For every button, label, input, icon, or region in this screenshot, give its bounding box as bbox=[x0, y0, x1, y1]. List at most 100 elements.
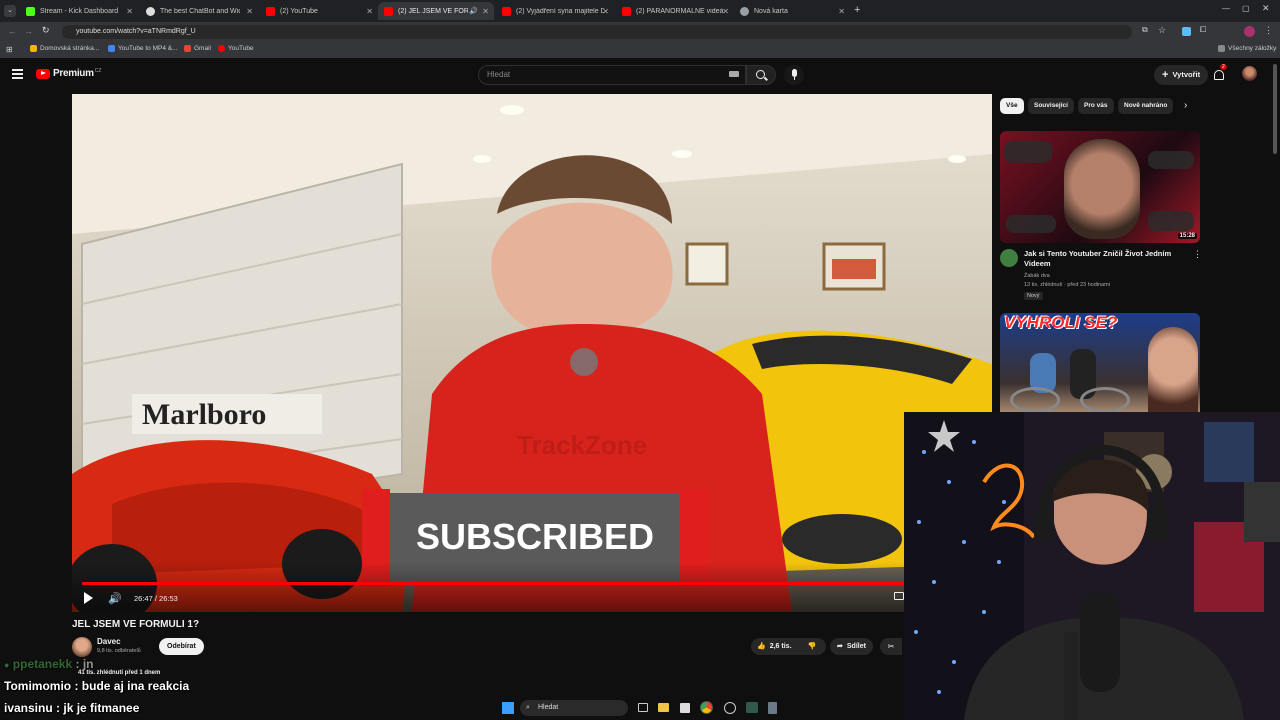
time-display: 26:47 / 26:53 bbox=[134, 594, 178, 603]
channel-avatar[interactable] bbox=[72, 637, 92, 657]
recommended-video-1[interactable]: 15:28 Jak si Tento Youtuber Zničil Život… bbox=[1000, 131, 1202, 303]
youtube-play-logo-icon bbox=[36, 68, 50, 79]
minimize-button[interactable]: — bbox=[1222, 4, 1230, 13]
subscribe-label: Odebírat bbox=[167, 643, 196, 650]
search-icon: ⌕ bbox=[526, 704, 530, 711]
close-window-button[interactable]: ✕ bbox=[1262, 3, 1270, 14]
back-icon[interactable]: ← bbox=[8, 26, 17, 36]
channel-name[interactable]: Davec bbox=[97, 637, 121, 646]
terminal-icon[interactable] bbox=[746, 702, 758, 713]
close-tab-icon[interactable]: ✕ bbox=[126, 7, 133, 16]
play-button[interactable] bbox=[84, 592, 93, 604]
progress-bar[interactable] bbox=[82, 582, 982, 585]
fullscreen-icon[interactable] bbox=[894, 592, 904, 600]
close-tab-icon[interactable]: ✕ bbox=[602, 7, 609, 16]
profile-icon[interactable] bbox=[1244, 26, 1255, 37]
taskbar-search[interactable]: ⌕ Hledat bbox=[520, 700, 628, 716]
close-tab-icon[interactable]: ✕ bbox=[722, 7, 729, 16]
chip-for-you[interactable]: Pro vás bbox=[1078, 98, 1114, 114]
all-bookmarks[interactable]: Všechny záložky bbox=[1218, 45, 1276, 52]
apps-grid-icon[interactable]: ⊞ bbox=[6, 45, 13, 54]
chat-message: ● ppetanekk : jn bbox=[4, 657, 94, 671]
bookmark-star-icon[interactable]: ☆ bbox=[1158, 25, 1166, 36]
chrome-icon[interactable] bbox=[700, 701, 713, 714]
plus-icon: + bbox=[1162, 69, 1169, 81]
voice-search-button[interactable] bbox=[784, 65, 804, 85]
audio-playing-icon[interactable]: 🔊 bbox=[469, 7, 478, 15]
volume-icon[interactable]: 🔊 bbox=[108, 592, 122, 605]
bookmark-gmail[interactable]: Gmail bbox=[184, 45, 211, 52]
tab-title: (2) JEL JSEM VE FORMULI 1 bbox=[398, 7, 468, 15]
tab-kick[interactable]: Stream - Kick Dashboard ✕ bbox=[20, 2, 138, 20]
youtube-logo[interactable]: Premium CZ bbox=[36, 68, 101, 79]
tab-title: (2) PARANORMÁLNE videá zo bbox=[636, 7, 724, 15]
windows-start-icon[interactable] bbox=[502, 702, 514, 714]
chat-username: ivansinu bbox=[4, 701, 53, 715]
new-tab-button[interactable]: + bbox=[854, 4, 860, 16]
forward-icon[interactable]: → bbox=[24, 26, 33, 36]
tab-new[interactable]: Nová karta ✕ bbox=[734, 2, 850, 20]
tab-video-3[interactable]: (2) PARANORMÁLNE videá zo ✕ bbox=[616, 2, 734, 20]
close-tab-icon[interactable]: ✕ bbox=[482, 7, 489, 16]
close-tab-icon[interactable]: ✕ bbox=[366, 7, 373, 16]
avatar[interactable] bbox=[1242, 66, 1257, 81]
bookmarks-bar: ⊞ Domovská stránka... YouTube to MP4 &..… bbox=[0, 42, 1280, 58]
channel-name[interactable]: Žabák dva bbox=[1024, 273, 1050, 279]
file-explorer-icon[interactable] bbox=[658, 703, 669, 712]
subscribe-button[interactable]: Odebírat bbox=[159, 638, 204, 655]
reload-icon[interactable]: ↻ bbox=[42, 25, 50, 36]
tab-title: (2) YouTube bbox=[280, 7, 318, 15]
taskbar-search-label: Hledat bbox=[538, 704, 559, 711]
tab-chatbot[interactable]: The best ChatBot and Widgets ✕ bbox=[140, 2, 258, 20]
youtube-icon bbox=[218, 45, 225, 52]
extensions-puzzle-icon[interactable]: ⧠ bbox=[1200, 25, 1206, 35]
search-input[interactable]: Hledat bbox=[478, 65, 746, 85]
search-button[interactable] bbox=[746, 65, 776, 85]
tab-current-video[interactable]: (2) JEL JSEM VE FORMULI 1 🔊 ✕ bbox=[378, 2, 494, 20]
tab-list-icon[interactable]: ⌄ bbox=[4, 5, 16, 17]
hamburger-menu-icon[interactable] bbox=[12, 69, 23, 79]
bookmark-home[interactable]: Domovská stránka... bbox=[30, 45, 99, 52]
chip-recently-uploaded[interactable]: Nově nahráno bbox=[1118, 98, 1174, 114]
windows-taskbar: ⌕ Hledat bbox=[500, 699, 790, 717]
like-button[interactable]: 👍 2,6 tis. bbox=[751, 638, 798, 655]
page-scrollbar[interactable] bbox=[1273, 64, 1277, 154]
menu-dots-icon[interactable]: ⋮ bbox=[1264, 25, 1273, 36]
tab-youtube-home[interactable]: (2) YouTube ✕ bbox=[260, 2, 378, 20]
channel-avatar[interactable] bbox=[1000, 249, 1018, 267]
video-title[interactable]: Jak si Tento Youtuber Zničil Život Jední… bbox=[1024, 249, 1184, 269]
create-button[interactable]: + Vytvořit bbox=[1154, 65, 1209, 85]
keyboard-icon[interactable] bbox=[729, 71, 739, 77]
bookmark-yt-mp4[interactable]: YouTube to MP4 &... bbox=[108, 45, 178, 52]
chevron-right-icon[interactable]: › bbox=[1184, 100, 1187, 111]
bookmark-icon bbox=[108, 45, 115, 52]
tab-video-2[interactable]: (2) Vyjádření syna majitele DÁ ✕ bbox=[496, 2, 614, 20]
app-icon[interactable] bbox=[724, 702, 736, 714]
share-button[interactable]: ➦ Sdílet bbox=[830, 638, 873, 655]
chip-related[interactable]: Související bbox=[1028, 98, 1074, 114]
url-field[interactable]: youtube.com/watch?v=aTNRmdRgf_U bbox=[62, 25, 1132, 39]
clip-button[interactable]: ✂ bbox=[880, 638, 902, 655]
maximize-button[interactable]: ▢ bbox=[1242, 4, 1250, 13]
install-icon[interactable]: ⧉ bbox=[1142, 25, 1148, 35]
more-options-icon[interactable]: ⋮ bbox=[1193, 249, 1202, 260]
close-tab-icon[interactable]: ✕ bbox=[838, 7, 845, 16]
notifications-button[interactable]: 2 bbox=[1214, 64, 1227, 85]
dislike-button[interactable]: 👎 bbox=[798, 638, 826, 655]
chip-all[interactable]: Vše bbox=[1000, 98, 1024, 114]
gmail-icon bbox=[184, 45, 191, 52]
extension-icon[interactable] bbox=[1182, 27, 1191, 36]
video-player[interactable]: Marlboro TrackZone SUBSCRIBED 🔊 26:47 / … bbox=[72, 94, 992, 612]
thumbs-up-icon: 👍 bbox=[757, 643, 766, 650]
task-view-icon[interactable] bbox=[638, 703, 648, 712]
bookmark-youtube[interactable]: YouTube bbox=[218, 45, 254, 52]
close-tab-icon[interactable]: ✕ bbox=[246, 7, 253, 16]
create-label: Vytvořit bbox=[1172, 70, 1201, 79]
store-icon[interactable] bbox=[680, 703, 690, 713]
chat-message: ivansinu : jk je fitmanee bbox=[4, 701, 139, 715]
recommended-video-2[interactable]: VYHROLI SE? bbox=[1000, 313, 1200, 413]
logo-text: Premium bbox=[53, 68, 94, 79]
calculator-icon[interactable] bbox=[768, 702, 777, 714]
video-meta: 13 tis. zhlédnutí · před 23 hodinami bbox=[1024, 282, 1110, 288]
like-count: 2,6 tis. bbox=[769, 643, 792, 650]
